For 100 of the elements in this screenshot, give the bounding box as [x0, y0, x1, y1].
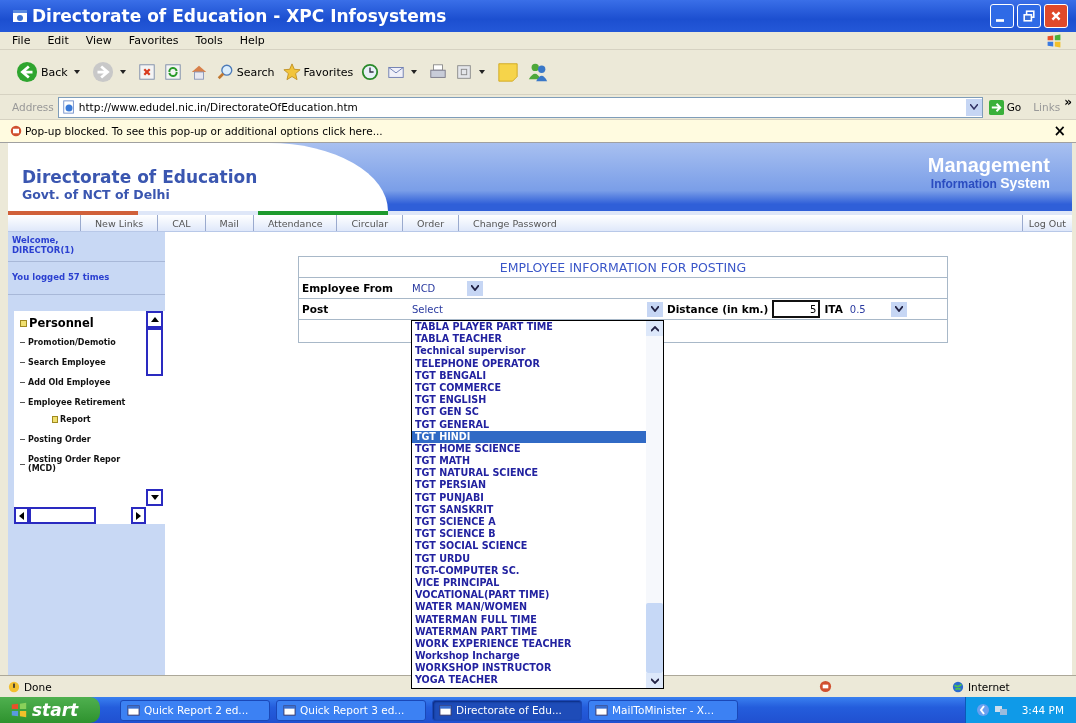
dropdown-option[interactable]: TGT URDU — [412, 552, 646, 565]
logout-tab[interactable]: Log Out — [1021, 215, 1072, 231]
dropdown-option[interactable]: WATER MAN/WOMEN — [412, 601, 646, 614]
dropdown-option[interactable]: TGT SCIENCE A — [412, 516, 646, 529]
dropdown-option[interactable]: VOCATIONAL(PART TIME) — [412, 589, 646, 602]
nav-tab[interactable]: Circular — [336, 215, 403, 231]
status-text: Done — [24, 680, 52, 693]
dropdown-option[interactable]: TGT-COMPUTER SC. — [412, 564, 646, 577]
dropdown-option[interactable]: TABLA PLAYER PART TIME — [412, 321, 646, 334]
dropdown-option[interactable]: TGT HOME SCIENCE — [412, 442, 646, 456]
more-chevron[interactable]: » — [1064, 95, 1072, 109]
menu-link[interactable]: Employee Retirement — [28, 398, 136, 407]
scroll-right-button[interactable] — [131, 507, 146, 524]
taskbar-button[interactable]: MailToMinister - X... — [588, 699, 738, 721]
people-icon — [527, 61, 550, 83]
minimize-button[interactable] — [990, 4, 1014, 28]
go-button[interactable]: Go — [986, 99, 1030, 115]
dropdown-option[interactable]: WATERMAN FULL TIME — [412, 613, 646, 626]
dropdown-option[interactable]: TGT PUNJABI — [412, 491, 646, 504]
menu-link[interactable]: Promotion/Demotio — [28, 338, 136, 347]
zone-text: Internet — [968, 680, 1011, 693]
menu-link[interactable]: Posting Order Repor (MCD) — [28, 455, 136, 473]
dropdown-option[interactable]: TGT SCIENCE B — [412, 528, 646, 541]
chevron-down-icon — [894, 306, 903, 312]
caret-icon[interactable] — [119, 70, 126, 74]
dropdown-option[interactable]: TELEPHONE OPERATOR — [412, 357, 646, 370]
menu-link[interactable]: Report — [60, 415, 148, 424]
nav-tab[interactable]: New Links — [80, 215, 158, 231]
dropdown-option[interactable]: TGT ENGLISH — [412, 394, 646, 407]
close-button[interactable] — [1044, 4, 1068, 28]
dropdown-option[interactable]: TGT GEN SC — [412, 406, 646, 419]
menu-item[interactable]: View — [85, 34, 112, 47]
dropdown-option[interactable]: TGT SOCIAL SCIENCE — [412, 540, 646, 553]
chevron-down-icon — [471, 285, 479, 291]
scroll-up-button[interactable] — [146, 311, 163, 328]
taskbar-button[interactable]: Quick Report 2 ed... — [120, 699, 270, 721]
dropdown-option[interactable]: TGT BENGALI — [412, 369, 646, 382]
caret-icon[interactable] — [73, 70, 80, 74]
menu-item[interactable]: Favorites — [128, 34, 179, 47]
restore-button[interactable] — [1017, 4, 1041, 28]
scroll-thumb[interactable] — [28, 507, 97, 524]
scroll-up-button[interactable] — [646, 321, 663, 336]
scroll-thumb[interactable] — [646, 603, 663, 673]
dropdown-option[interactable]: Technical supervisor — [412, 345, 646, 358]
dropdown-option[interactable]: WORK EXPERIENCE TEACHER — [412, 637, 646, 651]
field-label: Employee From — [301, 282, 395, 294]
dropdown-button[interactable] — [965, 98, 982, 116]
vertical-scrollbar[interactable] — [146, 311, 165, 506]
taskbar-button[interactable]: Directorate of Edu... — [432, 699, 582, 721]
field-label: Post — [301, 303, 330, 315]
distance-input[interactable]: 5 — [772, 300, 821, 318]
scroll-down-button[interactable] — [146, 489, 163, 506]
caret-icon[interactable] — [411, 70, 418, 74]
menu-item[interactable]: Edit — [47, 34, 69, 47]
scroll-thumb[interactable] — [146, 328, 163, 376]
menu-link[interactable]: Posting Order — [28, 435, 136, 444]
employee-from-select[interactable]: MCD — [409, 280, 483, 296]
dropdown-option[interactable]: TGT NATURAL SCIENCE — [412, 467, 646, 480]
dropdown-option[interactable]: TGT SANSKRIT — [412, 503, 646, 516]
toolbar-button[interactable]: Search — [213, 61, 277, 83]
menu-item[interactable]: Tools — [195, 34, 223, 47]
toolbar-button[interactable]: Back — [14, 59, 70, 85]
post-dropdown-list[interactable] — [411, 320, 664, 689]
caret-icon[interactable] — [479, 70, 486, 74]
dropdown-option[interactable]: TGT PERSIAN — [412, 479, 646, 492]
post-select[interactable]: Select — [409, 301, 663, 317]
menu-item[interactable]: File — [12, 34, 31, 47]
address-label: Address — [12, 101, 54, 113]
menu-link[interactable]: Add Old Employee — [28, 378, 136, 387]
address-field[interactable]: http://www.edudel.nic.in/DirectorateOfEducation.htm — [57, 96, 983, 118]
dropdown-option[interactable]: WATERMAN PART TIME — [412, 625, 646, 638]
dropdown-option[interactable]: Workshop Incharge — [412, 650, 646, 663]
dropdown-option[interactable]: TGT COMMERCE — [412, 381, 646, 395]
popup-blocked-bar[interactable]: Pop-up blocked. To see this pop-up or additional options click here... × — [0, 120, 1076, 143]
dropdown-option[interactable]: YOGA TEACHER — [412, 674, 646, 687]
menu-link[interactable]: Search Employee — [28, 358, 136, 367]
dropdown-option[interactable]: WORKSHOP INSTRUCTOR — [412, 662, 646, 675]
nav-tab[interactable]: Mail — [204, 215, 253, 231]
dropdown-option[interactable]: TGT MATH — [412, 455, 646, 468]
page-icon — [61, 100, 76, 114]
horizontal-scrollbar[interactable] — [14, 507, 146, 524]
nav-tab[interactable]: Change Password — [458, 215, 571, 231]
dropdown-option[interactable]: VICE PRINCIPAL — [412, 576, 646, 590]
popup-message[interactable]: Pop-up blocked. To see this pop-up or additional options click here... — [25, 125, 1054, 137]
dropdown-option[interactable]: TABLA TEACHER — [412, 333, 646, 346]
vertical-scrollbar[interactable] — [646, 321, 663, 688]
scroll-down-button[interactable] — [646, 673, 663, 688]
toolbar-button[interactable]: Favorites — [280, 61, 356, 83]
ita-select[interactable]: 0.5 — [846, 301, 907, 317]
blocked-icon — [819, 680, 832, 693]
taskbar-button[interactable]: Quick Report 3 ed... — [276, 699, 426, 721]
close-icon[interactable]: × — [1053, 122, 1066, 140]
nav-tab[interactable]: Order — [402, 215, 459, 231]
tray-icon[interactable] — [975, 703, 990, 717]
nav-tab[interactable]: Attendance — [252, 215, 337, 231]
scroll-left-button[interactable] — [14, 507, 29, 524]
tree-dash-icon — [20, 402, 25, 403]
nav-tab[interactable]: CAL — [157, 215, 205, 231]
dropdown-option[interactable]: TGT GENERAL — [412, 418, 646, 431]
menu-item[interactable]: Help — [239, 34, 265, 47]
